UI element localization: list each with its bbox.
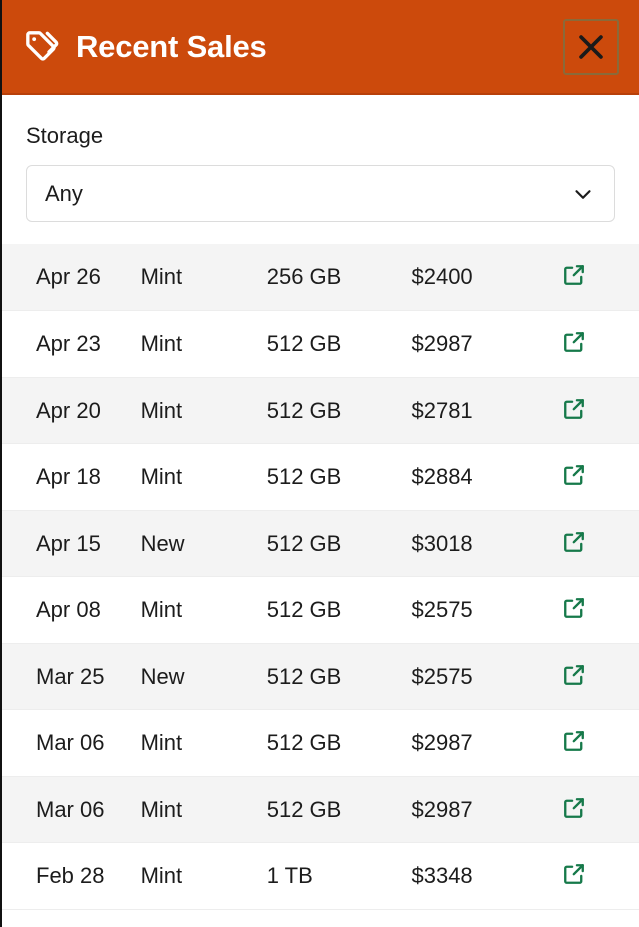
close-icon [579, 34, 603, 59]
cell-storage: 512 GB [266, 443, 412, 511]
cell-date: Feb 28 [2, 842, 141, 910]
cell-date: Apr 18 [2, 443, 141, 511]
panel-header: Recent Sales [2, 0, 639, 95]
external-link-icon [563, 797, 584, 818]
cell-price: $3018 [411, 510, 546, 578]
cell-price: $2987 [411, 776, 546, 844]
table-row[interactable]: Apr 18 Mint 512 GB $2884 [2, 443, 639, 511]
open-listing-button[interactable] [558, 326, 590, 358]
cell-action [545, 310, 639, 378]
cell-action [545, 244, 639, 312]
open-listing-button[interactable] [558, 858, 590, 890]
external-link-icon [563, 332, 584, 353]
cell-price: $2781 [411, 377, 546, 445]
cell-action [545, 443, 639, 511]
open-listing-button[interactable] [558, 792, 590, 824]
table-row[interactable]: Apr 23 Mint 512 GB $2987 [2, 310, 639, 378]
cell-action [545, 709, 639, 777]
open-listing-button[interactable] [558, 526, 590, 558]
cell-storage: 512 GB [266, 776, 412, 844]
storage-filter-label: Storage [26, 123, 104, 148]
cell-price: $2400 [411, 244, 546, 312]
cell-condition: Mint [140, 842, 267, 910]
cell-date: Apr 15 [2, 510, 141, 578]
cell-condition: Mint [140, 576, 267, 644]
cell-action [545, 776, 639, 844]
cell-condition: Mint [140, 776, 267, 844]
table-row[interactable]: Apr 20 Mint 512 GB $2781 [2, 377, 639, 445]
cell-condition: Mint [140, 709, 267, 777]
external-link-icon [563, 664, 584, 685]
table-row[interactable]: Feb 28 Mint 1 TB $3348 [2, 842, 639, 910]
open-listing-button[interactable] [558, 393, 590, 425]
external-link-icon [563, 731, 584, 752]
open-listing-button[interactable] [558, 659, 590, 691]
cell-action [545, 510, 639, 578]
cell-date: Apr 08 [2, 576, 141, 644]
cell-price: $2575 [411, 576, 546, 644]
cell-condition: New [140, 643, 267, 711]
open-listing-button[interactable] [558, 592, 590, 624]
cell-storage: 256 GB [266, 244, 412, 312]
cell-condition: Mint [140, 443, 267, 511]
table-row[interactable]: Mar 06 Mint 512 GB $2987 [2, 709, 639, 777]
table-row[interactable]: Apr 08 Mint 512 GB $2575 [2, 576, 639, 644]
close-button[interactable] [563, 18, 619, 75]
cell-price: $2575 [411, 643, 546, 711]
cell-condition: New [140, 510, 267, 578]
cell-action [545, 576, 639, 644]
cell-price: $2987 [411, 310, 546, 378]
cell-storage: 512 GB [266, 576, 412, 644]
cell-storage: 512 GB [266, 709, 412, 777]
external-link-icon [563, 531, 584, 552]
recent-sales-panel: Recent Sales Storage Any Apr 26 Mint 256 G… [0, 0, 639, 927]
cell-price: $3348 [411, 842, 546, 910]
table-row[interactable]: Apr 26 Mint 256 GB $2400 [2, 244, 639, 312]
cell-storage: 512 GB [266, 310, 412, 378]
open-listing-button[interactable] [558, 459, 590, 491]
cell-action [545, 643, 639, 711]
page-title: Recent Sales [76, 29, 267, 64]
cell-price: $2884 [411, 443, 546, 511]
table-row[interactable]: Mar 06 Mint 512 GB $2987 [2, 776, 639, 844]
recent-sales-table-body: Apr 26 Mint 256 GB $2400 Apr 23 Mint 512 GB $29… [2, 244, 639, 910]
cell-storage: 512 GB [266, 643, 412, 711]
cell-condition: Mint [140, 310, 267, 378]
cell-date: Apr 23 [2, 310, 141, 378]
cell-action [545, 842, 639, 910]
cell-storage: 512 GB [266, 377, 412, 445]
storage-select-value: Any [45, 180, 83, 206]
cell-date: Apr 26 [2, 244, 141, 312]
cell-condition: Mint [140, 377, 267, 445]
cell-condition: Mint [140, 244, 267, 312]
chevron-down-icon [575, 190, 591, 199]
cell-date: Apr 20 [2, 377, 141, 445]
table-row[interactable]: Mar 25 New 512 GB $2575 [2, 643, 639, 711]
storage-select[interactable]: Any [26, 165, 615, 223]
external-link-icon [563, 398, 584, 419]
external-link-icon [563, 598, 584, 619]
open-listing-button[interactable] [558, 259, 590, 291]
header-left-group: Recent Sales [22, 27, 563, 67]
cell-date: Mar 06 [2, 776, 141, 844]
recent-sales-table: Apr 26 Mint 256 GB $2400 Apr 23 Mint 512 GB $29… [2, 244, 639, 910]
tag-icon [22, 27, 62, 67]
cell-date: Mar 06 [2, 709, 141, 777]
cell-storage: 512 GB [266, 510, 412, 578]
cell-action [545, 377, 639, 445]
cell-storage: 1 TB [266, 842, 412, 910]
filter-section: Storage Any [2, 95, 639, 223]
cell-price: $2987 [411, 709, 546, 777]
open-listing-button[interactable] [558, 725, 590, 757]
external-link-icon [563, 465, 584, 486]
cell-date: Mar 25 [2, 643, 141, 711]
external-link-icon [563, 864, 584, 885]
table-row[interactable]: Apr 15 New 512 GB $3018 [2, 510, 639, 578]
external-link-icon [563, 265, 584, 286]
